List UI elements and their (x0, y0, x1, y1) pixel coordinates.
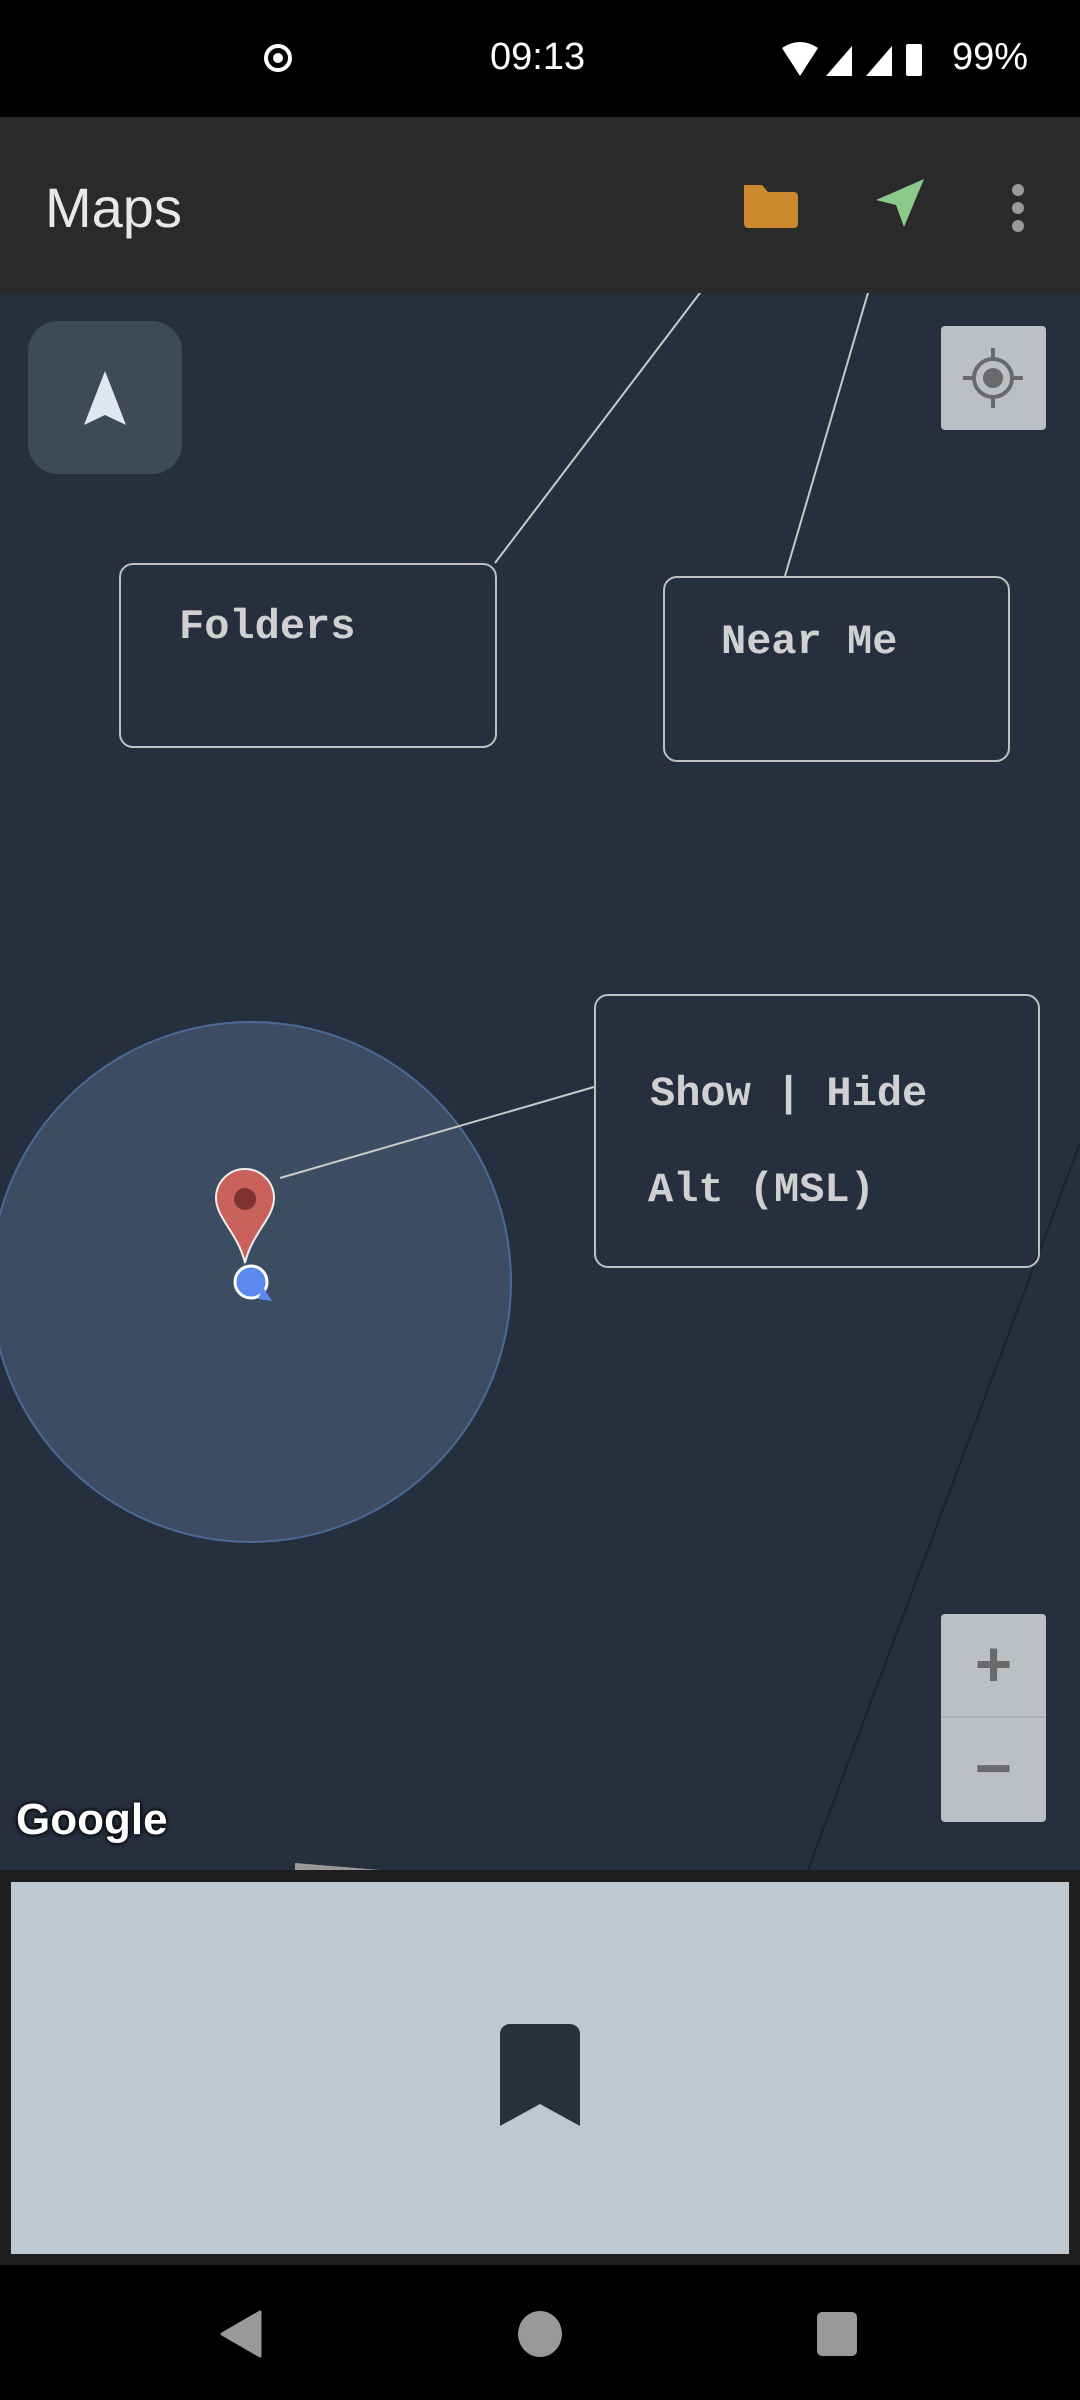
clock: 09:13 (490, 36, 586, 78)
app-bar: Maps (0, 117, 1080, 293)
my-location-button[interactable] (941, 326, 1046, 430)
map-pin-icon[interactable] (208, 1163, 298, 1313)
near-me-label: Near Me (721, 618, 898, 666)
crosshair-icon (963, 348, 1023, 408)
show-hide-label[interactable]: Show | Hide (650, 1070, 927, 1118)
wifi-signal-icons (782, 42, 922, 76)
bookmark-icon[interactable] (500, 2024, 580, 2128)
altitude-label: Alt (MSL) (648, 1166, 875, 1214)
system-nav-bar (0, 2265, 1080, 2400)
compass-arrow-icon (84, 371, 126, 425)
location-target-icon (264, 44, 292, 72)
show-hide-callout: Show | Hide Alt (MSL) (594, 994, 1040, 1268)
compass-button[interactable] (28, 321, 182, 474)
zoom-in-button[interactable]: + (941, 1614, 1046, 1718)
folders-label: Folders (179, 603, 356, 651)
home-button[interactable] (517, 2310, 563, 2358)
folders-callout: Folders (119, 563, 497, 748)
recents-button[interactable] (816, 2311, 858, 2357)
navigation-arrow-icon[interactable] (874, 177, 930, 233)
status-bar: 09:13 99% (0, 0, 1080, 117)
page-title: Maps (45, 176, 182, 239)
bottom-panel (0, 1870, 1080, 2265)
google-attribution: Google (16, 1795, 168, 1844)
more-vert-icon[interactable] (1010, 183, 1026, 233)
zoom-controls: + − (941, 1614, 1046, 1822)
zoom-out-button[interactable]: − (941, 1718, 1046, 1822)
near-me-callout: Near Me (663, 576, 1010, 762)
saved-panel[interactable] (11, 1882, 1069, 2254)
battery-level: 99% (952, 36, 1029, 78)
folder-icon[interactable] (740, 181, 800, 231)
back-button[interactable] (220, 2310, 262, 2358)
map-view[interactable]: Folders Near Me Show | Hide Alt (MSL) Go… (0, 293, 1080, 1870)
